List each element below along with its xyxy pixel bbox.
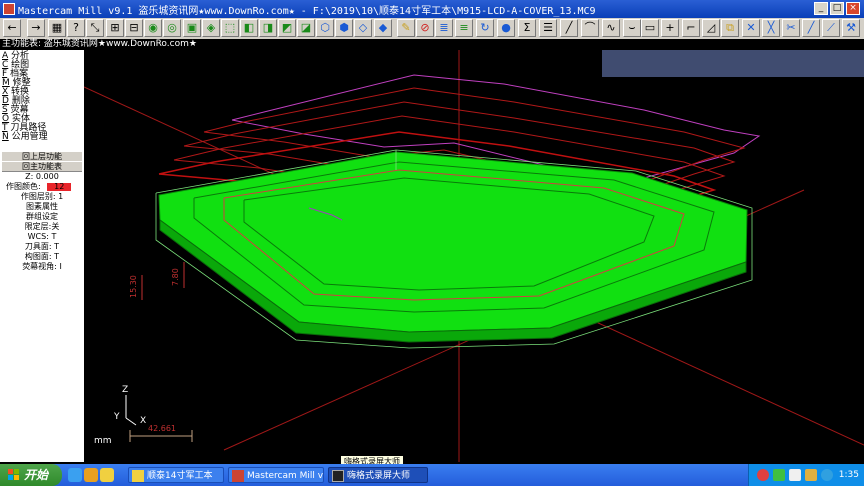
windows-taskbar: 开始 顺泰14寸军工本 Mastercam Mill v... 嗨格式录屏大师 … bbox=[0, 464, 864, 486]
clock: 1:35 bbox=[838, 470, 859, 480]
close-button[interactable]: × bbox=[846, 2, 860, 15]
rectangle-icon[interactable]: ▭ bbox=[641, 19, 659, 37]
view-cube-8-icon[interactable]: ◇ bbox=[354, 19, 372, 37]
graphics-viewport[interactable]: 15.30 7.80 Z Y X 42.661 mm bbox=[84, 50, 864, 462]
task-recorder[interactable]: 嗨格式录屏大师 bbox=[328, 467, 428, 483]
calculator-icon[interactable]: ▦ bbox=[48, 19, 66, 37]
main-menu-title: 主功能表: 盗乐城资讯网★www.DownRo.com★ bbox=[2, 39, 197, 49]
overlay-panel bbox=[602, 50, 864, 77]
axis-x-line bbox=[125, 417, 137, 426]
tray-network-icon[interactable] bbox=[773, 469, 785, 481]
zoom-region-icon[interactable]: ⤡ bbox=[86, 19, 104, 37]
minimize-button[interactable]: _ bbox=[814, 2, 828, 15]
toolbar: ← → ▦ ? ⤡ ⊞ ⊟ ◉ ◎ ▣ ◈ ⬚ ◧ ◨ ◩ ◪ ⬡ ⬢ ◇ ◆ … bbox=[0, 18, 864, 40]
level-setting[interactable]: 作图层别: 1 bbox=[2, 192, 82, 202]
arc-icon[interactable]: ⌒ bbox=[581, 19, 599, 37]
folder-quicklaunch-icon[interactable] bbox=[100, 468, 114, 482]
chamfer-icon[interactable]: ◿ bbox=[702, 19, 720, 37]
show-desktop-icon[interactable] bbox=[84, 468, 98, 482]
view-side-icon[interactable]: ▣ bbox=[183, 19, 201, 37]
window-title-bar[interactable]: Mastercam Mill v9.1 盗乐城资讯网★www.DownRo.co… bbox=[0, 0, 864, 18]
units-label: mm bbox=[94, 436, 112, 446]
zoom-window-icon[interactable]: ⊞ bbox=[106, 19, 124, 37]
back-main-button[interactable]: 回主功能表 bbox=[2, 161, 82, 172]
view-cube-6-icon[interactable]: ⬡ bbox=[316, 19, 334, 37]
main-menu-panel: A 分析 C 绘图 F 档案 M 修整 X 转换 D 删除 S 荧幕 O 实体 … bbox=[0, 50, 84, 462]
gview-setting[interactable]: 荧幕视角: I bbox=[2, 262, 82, 272]
view-front-icon[interactable]: ◎ bbox=[163, 19, 181, 37]
axis-label-y: Y bbox=[113, 412, 120, 422]
view-top-icon[interactable]: ◉ bbox=[144, 19, 162, 37]
attributes-button[interactable]: 图素属性 bbox=[2, 202, 82, 212]
view-cube-2-icon[interactable]: ◧ bbox=[240, 19, 258, 37]
eraser-icon[interactable]: ✎ bbox=[397, 19, 415, 37]
maximize-button[interactable]: □ bbox=[830, 2, 844, 15]
view-cube-5-icon[interactable]: ◪ bbox=[297, 19, 315, 37]
cad-model-drawing: 15.30 7.80 Z Y X 42.661 mm bbox=[84, 50, 864, 462]
view-cube-9-icon[interactable]: ◆ bbox=[374, 19, 392, 37]
tool-icon[interactable]: ⚒ bbox=[842, 19, 860, 37]
layers-icon[interactable]: ≣ bbox=[435, 19, 453, 37]
rotate-icon[interactable]: ↻ bbox=[476, 19, 494, 37]
task-folder[interactable]: 顺泰14寸军工本 bbox=[128, 467, 224, 483]
cplane-setting[interactable]: 构图面: T bbox=[2, 252, 82, 262]
menu-icon[interactable]: ☰ bbox=[539, 19, 557, 37]
plus-icon[interactable]: + bbox=[661, 19, 679, 37]
view-cube-3-icon[interactable]: ◨ bbox=[259, 19, 277, 37]
start-button[interactable]: 开始 bbox=[0, 464, 62, 486]
stack-icon[interactable]: ⧉ bbox=[721, 19, 739, 37]
back-arrow-icon[interactable]: ← bbox=[3, 19, 21, 37]
menu-item-nc-utils[interactable]: N 公用管理 bbox=[2, 132, 48, 142]
trim-icon[interactable]: ✂ bbox=[782, 19, 800, 37]
view-cube-7-icon[interactable]: ⬢ bbox=[335, 19, 353, 37]
mastercam-icon bbox=[232, 470, 244, 482]
spline-icon[interactable]: ∿ bbox=[602, 19, 620, 37]
sphere-icon[interactable]: ● bbox=[497, 19, 515, 37]
diagonal-icon[interactable]: ⟋ bbox=[822, 19, 840, 37]
axis-label-z: Z bbox=[122, 385, 128, 395]
dim-text-a: 15.30 bbox=[129, 275, 138, 298]
task-mastercam[interactable]: Mastercam Mill v... bbox=[228, 467, 324, 483]
view-iso-icon[interactable]: ◈ bbox=[202, 19, 220, 37]
slash-icon[interactable]: ╱ bbox=[802, 19, 820, 37]
z-depth-readout[interactable]: Z: 0.000 bbox=[2, 172, 82, 182]
sigma-icon[interactable]: Σ bbox=[518, 19, 536, 37]
mask-setting[interactable]: 限定层:关 bbox=[2, 222, 82, 232]
tplane-setting[interactable]: 刀具面: T bbox=[2, 242, 82, 252]
layers-2-icon[interactable]: ≡ bbox=[455, 19, 473, 37]
cross-1-icon[interactable]: ✕ bbox=[742, 19, 760, 37]
color-setting[interactable]: 作图颜色: 12 bbox=[2, 182, 82, 192]
window-title: Mastercam Mill v9.1 盗乐城资讯网★www.DownRo.co… bbox=[18, 6, 596, 17]
system-tray: 1:35 bbox=[748, 464, 864, 486]
groups-button[interactable]: 群组设定 bbox=[2, 212, 82, 222]
tray-ime-icon[interactable] bbox=[821, 469, 833, 481]
wcs-setting[interactable]: WCS: T bbox=[2, 232, 82, 242]
forward-arrow-icon[interactable]: → bbox=[27, 19, 45, 37]
windows-logo-icon bbox=[8, 469, 19, 480]
folder-icon bbox=[132, 470, 144, 482]
color-swatch: 12 bbox=[47, 183, 72, 191]
tray-app-icon[interactable] bbox=[757, 469, 769, 481]
dim-text-b: 7.80 bbox=[171, 268, 180, 286]
view-cube-4-icon[interactable]: ◩ bbox=[278, 19, 296, 37]
main-menu-header: 主功能表: 盗乐城资讯网★www.DownRo.com★ bbox=[0, 39, 864, 50]
recorder-icon bbox=[332, 470, 344, 482]
line-icon[interactable]: ╱ bbox=[560, 19, 578, 37]
tray-security-icon[interactable] bbox=[805, 469, 817, 481]
help-icon[interactable]: ? bbox=[67, 19, 85, 37]
curve-icon[interactable]: ⌣ bbox=[623, 19, 641, 37]
app-icon bbox=[3, 3, 15, 15]
unzoom-icon[interactable]: ⊟ bbox=[125, 19, 143, 37]
view-cube-1-icon[interactable]: ⬚ bbox=[221, 19, 239, 37]
ie-icon[interactable] bbox=[68, 468, 82, 482]
axis-label-x: X bbox=[140, 416, 146, 426]
tray-volume-icon[interactable] bbox=[789, 469, 801, 481]
no-entry-icon[interactable]: ⊘ bbox=[416, 19, 434, 37]
scale-bar-value: 42.661 bbox=[148, 424, 176, 433]
fillet-icon[interactable]: ⌐ bbox=[682, 19, 700, 37]
cross-2-icon[interactable]: ╳ bbox=[762, 19, 780, 37]
